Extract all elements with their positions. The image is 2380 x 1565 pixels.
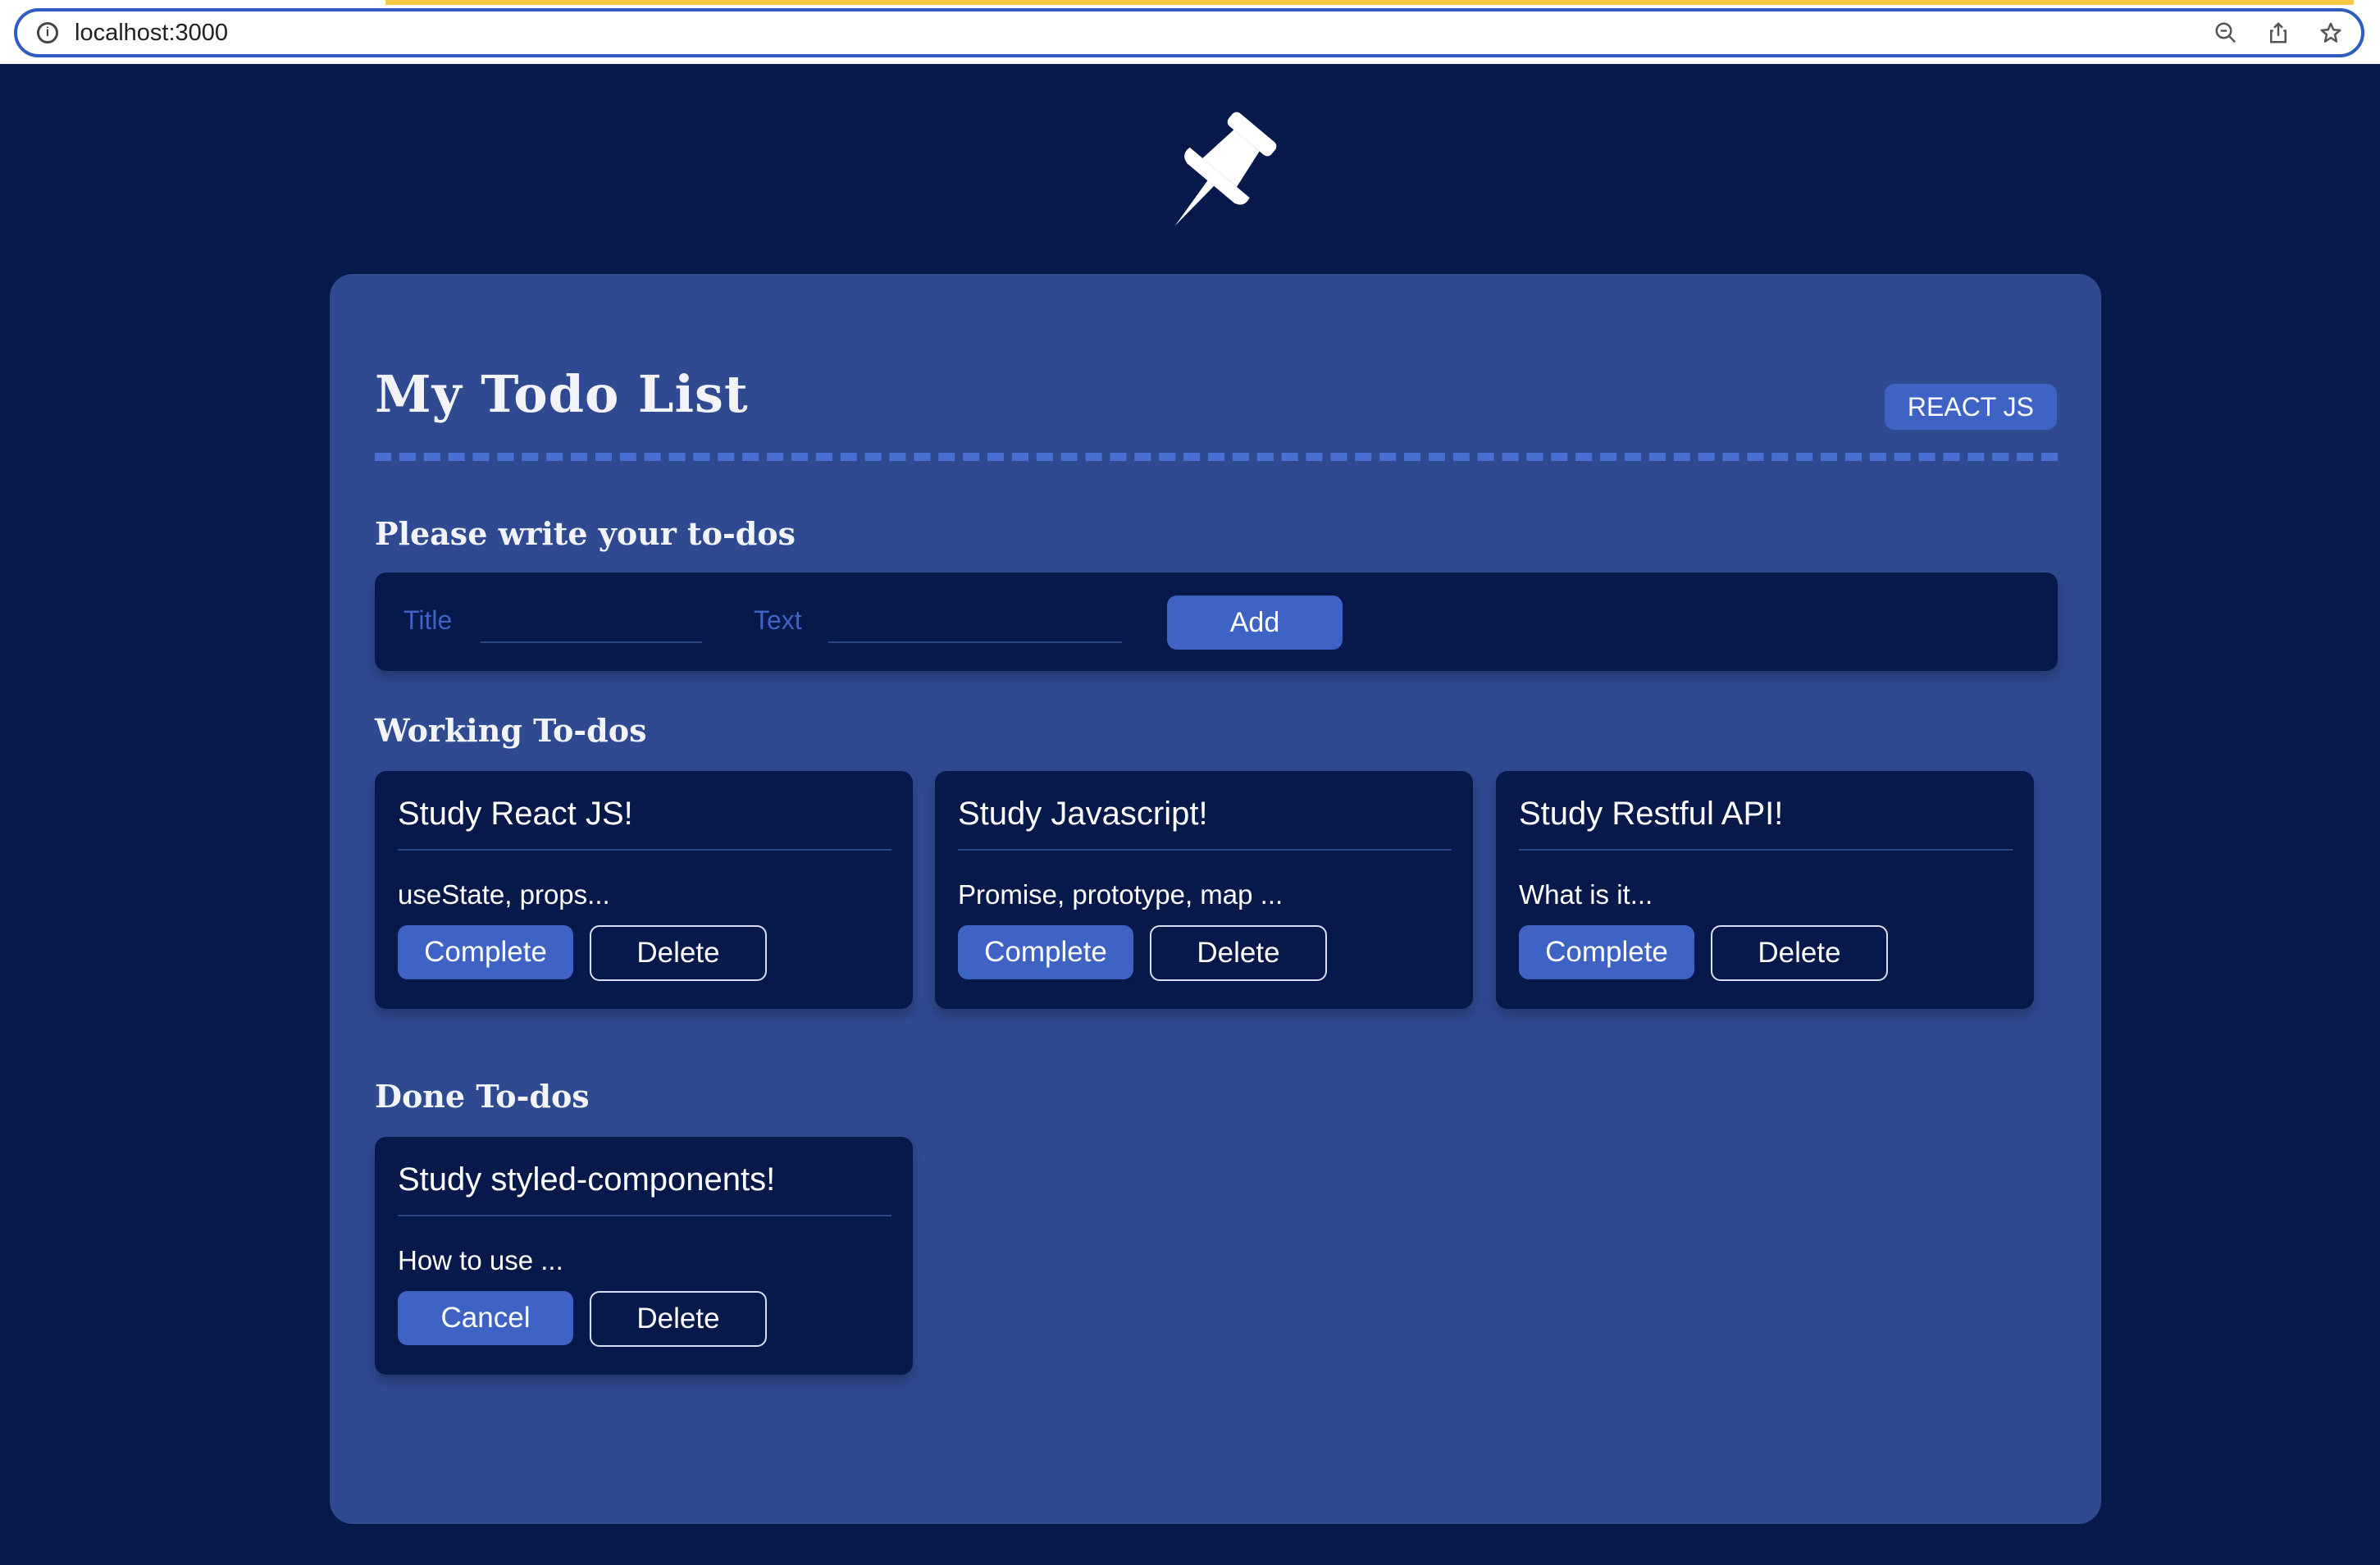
todo-title: Study styled-components!: [398, 1161, 891, 1216]
todo-card: My Todo List REACT JS Please write your …: [330, 274, 2101, 1524]
todo-text: Promise, prototype, map ...: [958, 879, 1283, 910]
loading-bar: [385, 0, 2354, 5]
todo-title: Study Restful API!: [1519, 796, 2013, 851]
complete-button[interactable]: Complete: [1519, 925, 1694, 979]
zoom-out-icon[interactable]: [2214, 21, 2238, 45]
page-title: My Todo List: [375, 364, 749, 424]
framework-badge: REACT JS: [1884, 384, 2057, 430]
add-todo-form: Title Text Add: [375, 573, 2058, 671]
delete-button[interactable]: Delete: [1711, 925, 1888, 981]
delete-button[interactable]: Delete: [590, 1291, 767, 1347]
working-heading: Working To-dos: [375, 712, 647, 749]
working-todo-item: Study Javascript! Promise, prototype, ma…: [935, 771, 1473, 1009]
address-bar[interactable]: i localhost:3000: [14, 8, 2364, 57]
todo-text: How to use ...: [398, 1245, 563, 1275]
title-divider: [375, 453, 2058, 461]
todo-text: What is it...: [1519, 879, 1653, 910]
delete-button[interactable]: Delete: [1150, 925, 1327, 981]
todo-title: Study Javascript!: [958, 796, 1452, 851]
complete-button[interactable]: Complete: [958, 925, 1133, 979]
complete-button[interactable]: Complete: [398, 925, 573, 979]
info-icon[interactable]: i: [37, 22, 58, 43]
todo-title: Study React JS!: [398, 796, 891, 851]
url-text[interactable]: localhost:3000: [75, 20, 228, 47]
title-label: Title: [404, 605, 453, 635]
title-input[interactable]: [481, 602, 702, 643]
done-heading: Done To-dos: [375, 1078, 590, 1115]
bookmark-star-icon[interactable]: [2318, 21, 2343, 45]
address-bar-actions: [2214, 18, 2343, 48]
text-label: Text: [754, 605, 802, 635]
todo-text: useState, props...: [398, 879, 610, 910]
add-button[interactable]: Add: [1167, 595, 1343, 650]
text-input[interactable]: [828, 602, 1122, 643]
cancel-button[interactable]: Cancel: [398, 1291, 573, 1345]
pushpin-icon: [1174, 112, 1277, 226]
share-icon[interactable]: [2266, 21, 2291, 45]
delete-button[interactable]: Delete: [590, 925, 767, 981]
working-todo-item: Study React JS! useState, props... Compl…: [375, 771, 913, 1009]
browser-toolbar: i localhost:3000: [0, 0, 2380, 64]
done-todo-item: Study styled-components! How to use ... …: [375, 1137, 913, 1375]
working-todo-item: Study Restful API! What is it... Complet…: [1496, 771, 2034, 1009]
form-heading: Please write your to-dos: [375, 515, 796, 552]
